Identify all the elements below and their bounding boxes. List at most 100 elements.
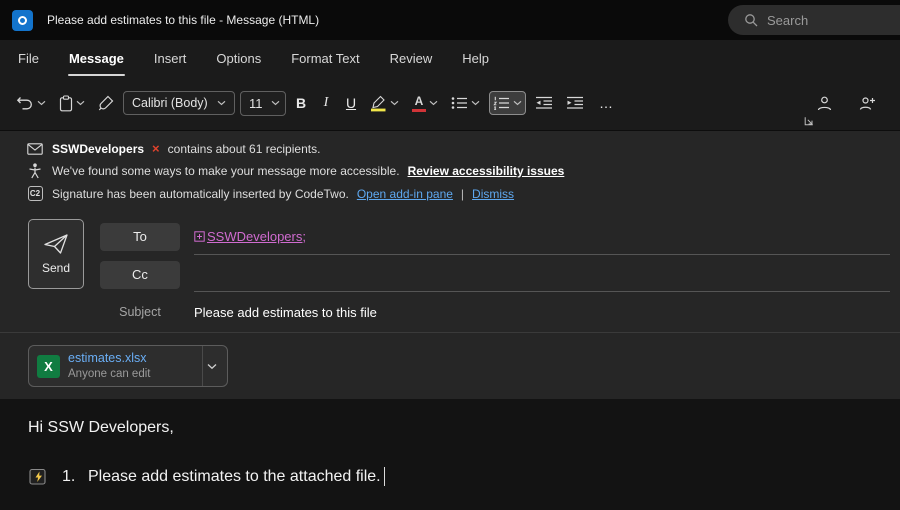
- accessibility-mailtip: We've found some ways to make your messa…: [0, 161, 900, 181]
- check-names-button[interactable]: [855, 90, 880, 117]
- expand-group-icon[interactable]: [194, 231, 205, 242]
- numbered-list-icon: [493, 96, 510, 110]
- chevron-down-icon: [390, 100, 399, 106]
- link-separator: |: [461, 187, 464, 201]
- tab-review[interactable]: Review: [390, 40, 433, 76]
- compose-header: Send To SSWDevelopers; Cc Subject Please…: [0, 209, 900, 333]
- font-size-value: 11: [249, 96, 263, 111]
- tab-file[interactable]: File: [18, 40, 39, 76]
- bold-button[interactable]: B: [291, 95, 311, 111]
- decrease-indent-button[interactable]: [531, 91, 557, 115]
- review-accessibility-link[interactable]: Review accessibility issues: [408, 164, 565, 178]
- signature-notice-text: Signature has been automatically inserte…: [52, 187, 349, 201]
- underline-button[interactable]: U: [341, 95, 361, 111]
- outlook-message-window: Please add estimates to this file - Mess…: [0, 0, 900, 510]
- numbered-list-button[interactable]: [489, 91, 526, 115]
- search-box[interactable]: Search: [728, 5, 900, 35]
- highlight-icon: [370, 95, 387, 112]
- remove-mailtip-icon[interactable]: ×: [152, 141, 160, 156]
- address-book-button[interactable]: [812, 90, 837, 117]
- titlebar: Please add estimates to this file - Mess…: [0, 0, 900, 40]
- attachment-filename: estimates.xlsx: [68, 350, 192, 366]
- recipients-mailtip-text: contains about 61 recipients.: [168, 142, 321, 156]
- bullet-list-icon: [451, 96, 468, 110]
- accessibility-text: We've found some ways to make your messa…: [52, 164, 400, 178]
- accessibility-icon: [26, 163, 44, 179]
- undo-icon: [16, 96, 34, 111]
- search-placeholder: Search: [767, 13, 808, 28]
- to-recipient-chip[interactable]: SSWDevelopers;: [194, 229, 306, 244]
- dismiss-link[interactable]: Dismiss: [472, 187, 514, 201]
- send-label: Send: [42, 261, 70, 275]
- increase-indent-button[interactable]: [562, 91, 588, 115]
- ribbon-tabs: File Message Insert Options Format Text …: [0, 40, 900, 76]
- attachment-card[interactable]: X estimates.xlsx Anyone can edit: [28, 345, 228, 387]
- person-icon: [816, 95, 833, 112]
- font-name-combobox[interactable]: Calibri (Body): [123, 91, 235, 115]
- chevron-down-icon: [429, 100, 438, 106]
- tab-insert[interactable]: Insert: [154, 40, 187, 76]
- recipients-mailtip: SSWDevelopers × contains about 61 recipi…: [0, 139, 900, 158]
- to-recipient-name: SSWDevelopers;: [207, 229, 306, 244]
- font-size-combobox[interactable]: 11: [240, 91, 286, 116]
- chevron-down-icon: [217, 100, 226, 106]
- list-item-number: 1.: [62, 468, 88, 486]
- text-highlight-button[interactable]: [366, 90, 403, 117]
- outlook-icon: [12, 10, 33, 31]
- subject-field[interactable]: Please add estimates to this file: [194, 305, 890, 320]
- codetwo-icon: C2: [26, 186, 44, 201]
- cc-row: Cc: [100, 257, 890, 293]
- attachment-info: estimates.xlsx Anyone can edit: [68, 350, 192, 381]
- cc-field[interactable]: [194, 257, 890, 293]
- tab-help[interactable]: Help: [462, 40, 489, 76]
- send-icon: [43, 233, 69, 255]
- attachment-options-button[interactable]: [202, 346, 221, 386]
- undo-button[interactable]: [12, 91, 50, 116]
- chevron-down-icon: [37, 100, 46, 106]
- dialog-launcher-icon: [804, 116, 814, 126]
- send-button[interactable]: Send: [28, 219, 84, 289]
- subject-label: Subject: [100, 305, 180, 319]
- font-name-value: Calibri (Body): [132, 96, 209, 110]
- tab-message[interactable]: Message: [69, 40, 124, 76]
- to-row: To SSWDevelopers;: [100, 219, 890, 255]
- to-field[interactable]: SSWDevelopers;: [194, 219, 890, 255]
- more-commands-button[interactable]: …: [593, 95, 619, 111]
- chevron-down-icon: [471, 100, 480, 106]
- ribbon-right-group: [812, 90, 888, 117]
- format-painter-icon: [98, 95, 114, 111]
- person-add-icon: [859, 95, 876, 112]
- bullet-list-button[interactable]: [447, 91, 484, 115]
- decrease-indent-icon: [535, 96, 553, 110]
- signature-notice: C2 Signature has been automatically inse…: [0, 184, 900, 203]
- attachment-area: X estimates.xlsx Anyone can edit: [0, 333, 900, 399]
- font-color-icon: A: [412, 95, 426, 112]
- format-painter-button[interactable]: [94, 90, 118, 116]
- ribbon-toolbar: Calibri (Body) 11 B I U A: [0, 76, 900, 130]
- italic-button[interactable]: I: [316, 95, 336, 111]
- recipient-group-name: SSWDevelopers: [52, 142, 144, 156]
- smart-actions-icon[interactable]: [28, 468, 48, 486]
- mailtips-area: SSWDevelopers × contains about 61 recipi…: [0, 130, 900, 209]
- search-icon: [744, 13, 758, 27]
- tab-options[interactable]: Options: [216, 40, 261, 76]
- chevron-down-icon: [207, 363, 217, 370]
- open-addin-pane-link[interactable]: Open add-in pane: [357, 187, 453, 201]
- message-body-editor[interactable]: Hi SSW Developers, 1. Please add estimat…: [0, 399, 900, 510]
- subject-row: Subject Please add estimates to this fil…: [100, 294, 890, 330]
- chevron-down-icon: [76, 100, 85, 106]
- window-title: Please add estimates to this file - Mess…: [47, 13, 319, 27]
- paste-button[interactable]: [55, 90, 89, 117]
- to-button[interactable]: To: [100, 223, 180, 251]
- excel-file-icon: X: [37, 355, 60, 378]
- list-item-text: Please add estimates to the attached fil…: [88, 468, 381, 486]
- numbered-list-item: 1. Please add estimates to the attached …: [28, 467, 872, 486]
- text-cursor: [384, 467, 386, 486]
- chevron-down-icon: [513, 100, 522, 106]
- increase-indent-icon: [566, 96, 584, 110]
- dialog-launcher-button[interactable]: [804, 116, 814, 126]
- tab-format-text[interactable]: Format Text: [291, 40, 359, 76]
- cc-button[interactable]: Cc: [100, 261, 180, 289]
- font-color-button[interactable]: A: [408, 90, 442, 117]
- envelope-icon: [26, 143, 44, 155]
